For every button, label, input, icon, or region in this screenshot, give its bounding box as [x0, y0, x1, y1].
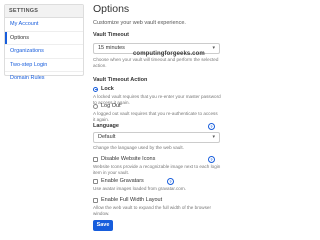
logout-option[interactable]: Log Out	[93, 102, 121, 110]
language-select[interactable]: Default ▾	[93, 132, 220, 143]
enable-gravatars-option[interactable]: Enable Gravatars	[93, 177, 144, 185]
save-button[interactable]: Save	[93, 220, 113, 231]
sidebar-header: SETTINGS	[5, 5, 83, 18]
timeout-action-label: Vault Timeout Action	[93, 77, 148, 83]
enable-full-width-checkbox[interactable]	[93, 197, 98, 203]
enable-gravatars-label: Enable Gravatars	[101, 178, 144, 184]
enable-gravatars-hint: Use avatar images loaded from gravatar.c…	[93, 186, 186, 191]
language-value: Default	[98, 134, 116, 140]
logout-hint: A logged out vault requires that you re-…	[93, 111, 218, 122]
logout-label: Log Out	[101, 103, 121, 109]
sidebar-item-two-step-login[interactable]: Two-step Login	[5, 59, 83, 73]
sidebar-item-my-account[interactable]: My Account	[5, 18, 83, 32]
sidebar-item-options[interactable]: Options	[5, 31, 83, 46]
enable-full-width-hint: Allow the web vault to expand the full w…	[93, 205, 211, 216]
lock-option[interactable]: Lock	[93, 85, 114, 93]
vault-timeout-hint: Choose when your vault will timeout and …	[93, 57, 219, 68]
disable-website-icons-hint: Website Icons provide a recognizable ima…	[93, 164, 221, 175]
options-main: Options Customize your web vault experie…	[93, 0, 293, 238]
language-label-text: Language	[93, 123, 119, 129]
sidebar-item-domain-rules[interactable]: Domain Rules	[5, 72, 83, 86]
help-icon[interactable]: ?	[208, 156, 215, 163]
enable-gravatars-checkbox[interactable]	[93, 178, 98, 184]
disable-website-icons-checkbox[interactable]	[93, 156, 98, 162]
help-icon[interactable]: ?	[208, 123, 215, 130]
settings-sidebar: SETTINGS My Account Options Organization…	[4, 4, 84, 81]
help-icon[interactable]: ?	[167, 178, 174, 185]
enable-full-width-option[interactable]: Enable Full Width Layout	[93, 196, 162, 204]
logout-radio[interactable]	[93, 103, 98, 109]
vault-timeout-value: 15 minutes	[98, 45, 125, 51]
disable-website-icons-label: Disable Website Icons	[101, 156, 156, 162]
lock-label: Lock	[101, 86, 114, 92]
lock-radio[interactable]	[93, 86, 98, 92]
disable-website-icons-option[interactable]: Disable Website Icons	[93, 155, 155, 163]
language-label: Language	[93, 123, 119, 129]
enable-full-width-label: Enable Full Width Layout	[101, 197, 163, 203]
chevron-down-icon: ▾	[212, 45, 215, 51]
chevron-down-icon: ▾	[212, 134, 215, 140]
page-title: Options	[93, 3, 130, 15]
vault-timeout-label: Vault Timeout	[93, 32, 129, 38]
page-subtitle: Customize your web vault experience.	[93, 20, 186, 26]
language-hint: Change the language used by the web vaul…	[93, 145, 184, 150]
sidebar-item-organizations[interactable]: Organizations	[5, 45, 83, 59]
